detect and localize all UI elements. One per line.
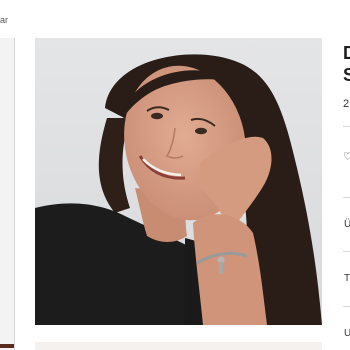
divider bbox=[343, 251, 350, 252]
product-info-panel: D S 2 bbox=[343, 42, 350, 110]
product-title-line-1: D bbox=[343, 43, 350, 63]
divider bbox=[343, 197, 350, 198]
image-footer-bar bbox=[35, 342, 322, 350]
product-price: 2 bbox=[343, 98, 350, 110]
accordion-item-3[interactable]: U bbox=[344, 328, 350, 339]
breadcrumb[interactable]: ar bbox=[0, 15, 8, 25]
product-page: ar D S 2 ♡ Ü T U bbox=[0, 0, 350, 350]
heart-outline-icon[interactable]: ♡ bbox=[343, 151, 350, 163]
product-title-line-2: S bbox=[343, 65, 350, 85]
accordion-item-2[interactable]: T bbox=[344, 273, 350, 284]
product-title: D S bbox=[343, 42, 350, 86]
breadcrumb-text[interactable]: ar bbox=[0, 15, 8, 25]
product-photo bbox=[35, 38, 322, 325]
accordion-item-3-label[interactable]: U bbox=[344, 328, 350, 339]
accordion-item-1[interactable]: Ü bbox=[344, 219, 350, 230]
accordion-item-2-label[interactable]: T bbox=[344, 273, 350, 284]
wishlist-button[interactable]: ♡ bbox=[343, 150, 350, 163]
divider bbox=[343, 306, 350, 307]
active-thumbnail-indicator bbox=[0, 344, 14, 348]
divider bbox=[343, 126, 350, 127]
thumbnail-rail[interactable] bbox=[0, 38, 15, 350]
product-main-image[interactable] bbox=[35, 38, 322, 325]
accordion-item-1-label[interactable]: Ü bbox=[344, 219, 350, 230]
